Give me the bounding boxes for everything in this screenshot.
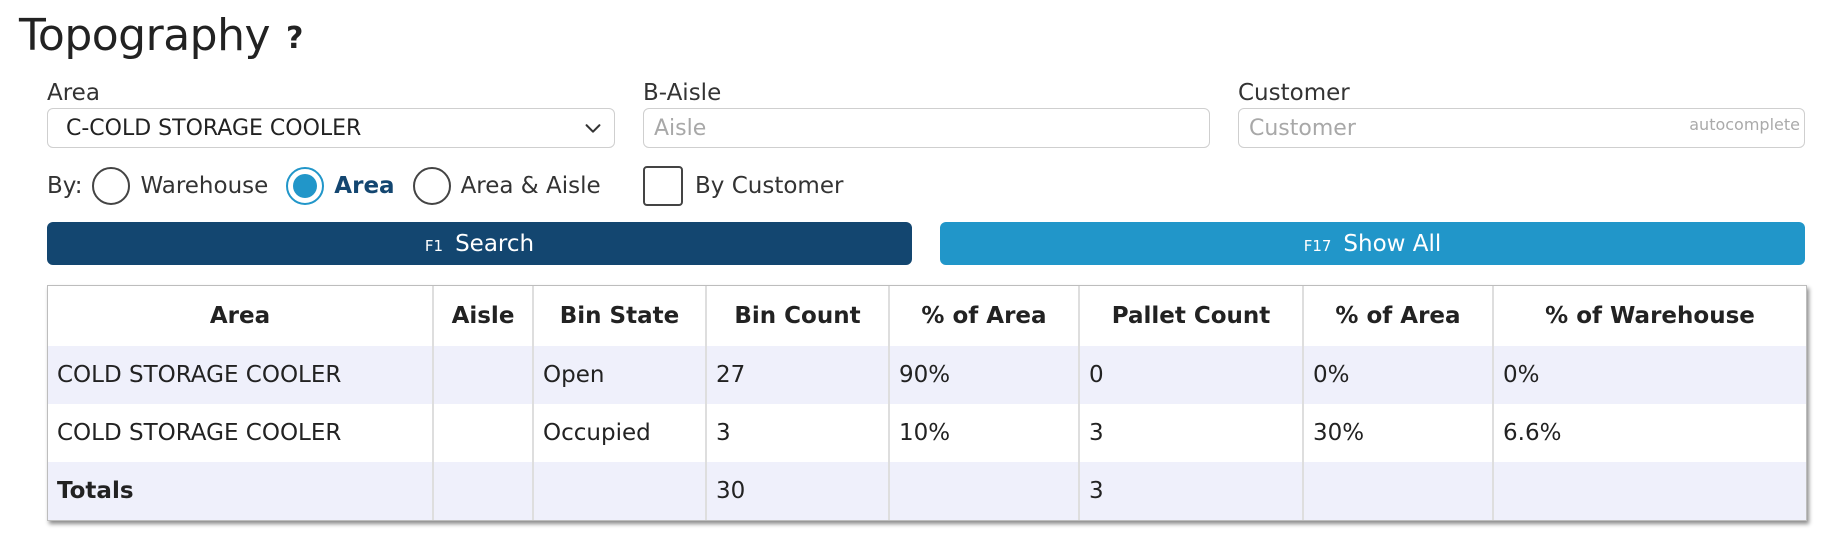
autocomplete-hint: autocomplete xyxy=(1689,115,1800,134)
column-header[interactable]: % of Warehouse xyxy=(1493,286,1806,346)
aisle-label: B-Aisle xyxy=(643,80,722,106)
show-all-button-label: Show All xyxy=(1343,230,1442,257)
column-header[interactable]: Pallet Count xyxy=(1079,286,1304,346)
table-cell: 10% xyxy=(889,404,1080,462)
table-cell xyxy=(533,462,707,520)
totals-label: Totals xyxy=(48,462,434,520)
table-cell: 27 xyxy=(706,346,890,404)
table-cell: 3 xyxy=(1079,404,1304,462)
table-cell: Occupied xyxy=(533,404,707,462)
aisle-field-wrapper xyxy=(643,108,1210,148)
table-cell xyxy=(1303,462,1494,520)
question-icon[interactable]: ? xyxy=(286,21,303,56)
area-select[interactable]: C-COLD STORAGE COOLER xyxy=(47,108,615,148)
column-header[interactable]: Area xyxy=(48,286,434,346)
by-customer-group: By Customer xyxy=(643,164,843,208)
customer-field-wrapper: autocomplete xyxy=(1238,108,1805,148)
by-label: By: xyxy=(47,173,83,199)
show-all-button[interactable]: F17 Show All xyxy=(940,222,1805,265)
customer-label: Customer xyxy=(1238,80,1350,106)
table-header-row: Area Aisle Bin State Bin Count % of Area… xyxy=(48,286,1806,346)
table-row[interactable]: COLD STORAGE COOLER Open 27 90% 0 0% 0% xyxy=(48,346,1806,404)
radio-warehouse[interactable] xyxy=(92,167,131,205)
column-header[interactable]: Bin Count xyxy=(706,286,890,346)
column-header[interactable]: % of Area xyxy=(889,286,1080,346)
by-radio-group: By: Warehouse Area Area & Aisle xyxy=(47,164,609,208)
table-cell: 30 xyxy=(706,462,890,520)
radio-area-label[interactable]: Area xyxy=(334,173,394,199)
table-cell: 0% xyxy=(1493,346,1806,404)
table-cell: 0% xyxy=(1303,346,1494,404)
column-header[interactable]: Aisle xyxy=(433,286,534,346)
table-cell: 3 xyxy=(706,404,890,462)
table-cell: 6.6% xyxy=(1503,420,1562,446)
area-select-value: C-COLD STORAGE COOLER xyxy=(66,115,362,141)
column-header[interactable]: % of Area xyxy=(1303,286,1494,346)
table-row[interactable]: COLD STORAGE COOLER Occupied 3 10% 3 30%… xyxy=(48,404,1806,462)
radio-area-aisle-label[interactable]: Area & Aisle xyxy=(461,173,601,199)
chevron-down-icon xyxy=(585,124,601,133)
totals-row: Totals 30 3 xyxy=(48,462,1806,520)
column-header[interactable]: Bin State xyxy=(533,286,707,346)
show-all-shortcut-key: F17 xyxy=(1303,236,1332,255)
table-cell xyxy=(1493,462,1806,520)
table-cell: COLD STORAGE COOLER xyxy=(48,404,434,462)
topography-table-container: Area Aisle Bin State Bin Count % of Area… xyxy=(47,285,1807,521)
search-shortcut-key: F1 xyxy=(424,236,444,255)
search-button-label: Search xyxy=(455,230,535,257)
table-cell: COLD STORAGE COOLER xyxy=(48,346,434,404)
page-title-group: Topography ? xyxy=(19,10,303,61)
table-cell xyxy=(433,404,534,462)
table-cell: 3 xyxy=(1079,462,1304,520)
table-cell: Open xyxy=(533,346,707,404)
radio-warehouse-label[interactable]: Warehouse xyxy=(140,173,268,199)
table-cell xyxy=(889,462,1080,520)
by-customer-label[interactable]: By Customer xyxy=(695,173,843,199)
topography-table: Area Aisle Bin State Bin Count % of Area… xyxy=(48,286,1806,520)
table-cell: 30% xyxy=(1303,404,1494,462)
page-title: Topography xyxy=(19,10,271,61)
table-cell: 90% xyxy=(889,346,1080,404)
aisle-input[interactable] xyxy=(652,114,1209,142)
table-cell xyxy=(433,462,534,520)
search-button[interactable]: F1 Search xyxy=(47,222,912,265)
table-cell: 0 xyxy=(1079,346,1304,404)
radio-selected-dot xyxy=(293,174,318,198)
table-cell xyxy=(433,346,534,404)
by-customer-checkbox[interactable] xyxy=(643,166,683,206)
area-label: Area xyxy=(47,80,100,106)
radio-area-aisle[interactable] xyxy=(412,167,451,205)
radio-area[interactable] xyxy=(286,167,325,205)
